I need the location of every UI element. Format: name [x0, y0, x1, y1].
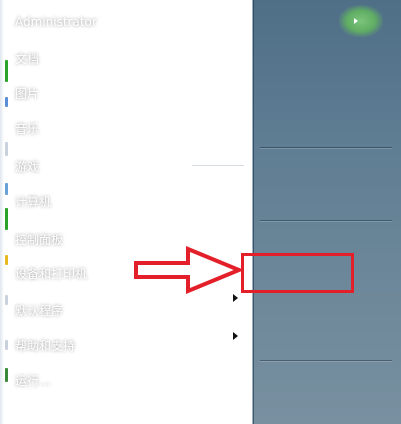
program-icon-stub[interactable] [5, 208, 8, 230]
program-icon-stub[interactable] [5, 142, 8, 156]
menu-item-music[interactable]: 音乐 [15, 120, 39, 137]
menu-item-default-programs[interactable]: 默认程序 [15, 302, 63, 319]
menu-separator [260, 147, 392, 148]
program-icon-stub[interactable] [5, 295, 8, 305]
program-icon-stub[interactable] [5, 368, 8, 382]
menu-item-run[interactable]: 运行... [15, 372, 50, 389]
menu-item-control-panel[interactable]: 控制面板 [15, 231, 63, 248]
program-icon-stub[interactable] [5, 60, 8, 82]
program-icon-stub[interactable] [5, 340, 8, 350]
user-submenu-arrow-icon [354, 18, 358, 24]
user-name-item[interactable]: Administrator [15, 15, 97, 29]
menu-item-devices-and-printers[interactable]: 设备和打印机 [15, 265, 87, 282]
menu-separator [260, 360, 392, 361]
menu-item-help-and-support[interactable]: 帮助和支持 [15, 337, 75, 354]
menu-item-games[interactable]: 游戏 [15, 158, 39, 175]
menu-item-pictures[interactable]: 图片 [15, 85, 39, 102]
program-icon-stub[interactable] [5, 97, 8, 107]
menu-separator [260, 220, 392, 221]
user-avatar[interactable] [339, 5, 383, 37]
highlight-box [241, 253, 354, 293]
program-list-separator [192, 165, 244, 166]
program-icon-stub[interactable] [5, 255, 8, 265]
program-icon-stub[interactable] [5, 183, 8, 195]
program-list-edge [0, 0, 4, 424]
submenu-arrow-icon[interactable] [233, 332, 238, 340]
menu-item-documents[interactable]: 文档 [15, 50, 39, 67]
callout-arrow-icon [134, 246, 243, 294]
submenu-arrow-icon[interactable] [233, 294, 238, 302]
menu-item-computer[interactable]: 计算机 [15, 193, 51, 210]
